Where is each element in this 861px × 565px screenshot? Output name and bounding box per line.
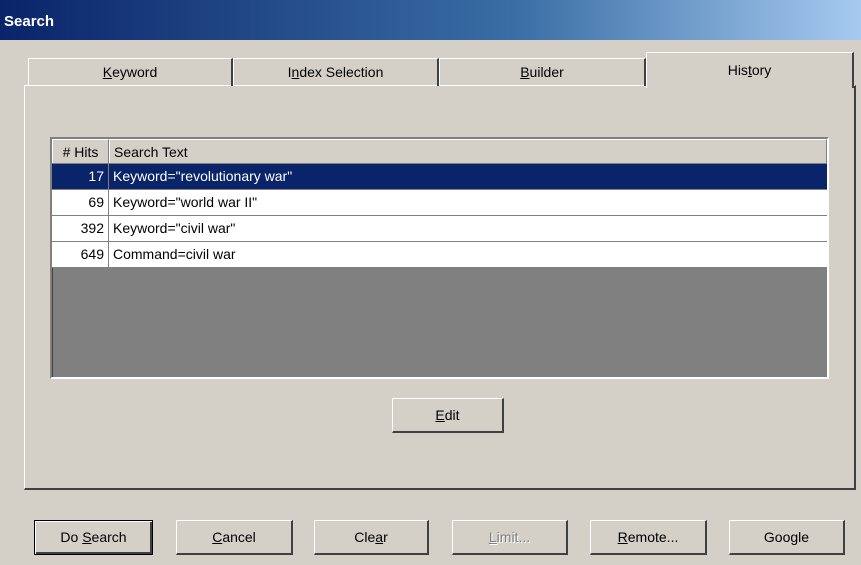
limit-button[interactable]: Limit... (452, 520, 568, 555)
history-table[interactable]: # Hits Search Text 17 Keyword="revolutio… (50, 137, 829, 379)
hits-cell: 392 (52, 216, 109, 241)
search-text-cell: Command=civil war (113, 246, 236, 262)
search-text-cell: Keyword="civil war" (113, 220, 236, 236)
tab-index-selection[interactable]: Index Selection (233, 58, 439, 86)
table-row[interactable]: 649 Command=civil war (52, 242, 827, 268)
tab-keyword[interactable]: Keyword (28, 58, 233, 86)
table-header: # Hits Search Text (52, 139, 827, 164)
clear-button[interactable]: Clear (314, 520, 429, 555)
table-row[interactable]: 392 Keyword="civil war" (52, 216, 827, 242)
hits-cell: 649 (52, 242, 109, 267)
hits-cell: 69 (52, 190, 109, 215)
table-row[interactable]: 17 Keyword="revolutionary war" (52, 164, 827, 190)
hits-cell: 17 (52, 164, 109, 189)
cancel-button[interactable]: Cancel (176, 520, 293, 555)
column-header-hits[interactable]: # Hits (52, 139, 109, 163)
search-text-cell: Keyword="revolutionary war" (113, 168, 293, 184)
remote-button[interactable]: Remote... (590, 520, 707, 555)
tab-strip: Keyword Index Selection Builder History (28, 52, 856, 88)
google-button[interactable]: Google (729, 520, 845, 555)
search-text-cell: Keyword="world war II" (113, 194, 258, 210)
do-search-button[interactable]: Do Search (34, 520, 153, 555)
tab-history[interactable]: History (646, 52, 854, 88)
window-title: Search (0, 0, 861, 40)
table-row[interactable]: 69 Keyword="world war II" (52, 190, 827, 216)
tab-builder[interactable]: Builder (439, 58, 646, 86)
edit-button[interactable]: Edit (392, 398, 504, 433)
column-header-search-text[interactable]: Search Text (109, 139, 827, 163)
